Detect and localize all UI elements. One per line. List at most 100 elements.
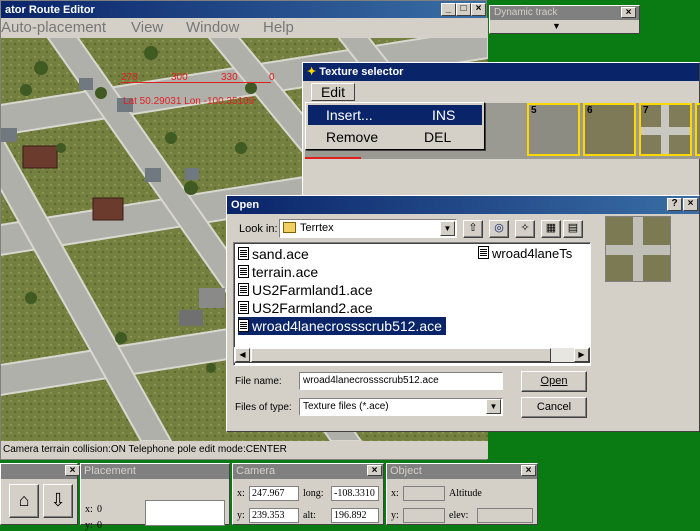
object-y-label: y:: [391, 510, 399, 521]
texture-selector-titlebar[interactable]: ✦ Texture selector: [303, 63, 699, 81]
menu-help[interactable]: Help: [263, 19, 294, 36]
menu-window[interactable]: Window: [186, 19, 239, 36]
texture-selector-title: Texture selector: [319, 66, 404, 78]
object-titlebar[interactable]: Object ×: [387, 464, 537, 479]
placement-preview: [145, 500, 225, 526]
file-item[interactable]: US2Farmland2.ace: [238, 299, 373, 317]
list-view-button[interactable]: ▦: [541, 220, 561, 238]
open-dialog-title: Open: [231, 199, 260, 211]
cancel-button[interactable]: Cancel: [521, 397, 587, 418]
compass-tick-330: 330: [221, 72, 238, 83]
object-elev-field: [477, 508, 533, 523]
file-name-input[interactable]: wroad4lanecrossscrub512.ace: [299, 372, 503, 390]
camera-long-field[interactable]: -108.3310: [331, 486, 379, 501]
file-icon: [478, 246, 489, 259]
object-panel: Object × x: Altitude y: elev:: [386, 463, 538, 525]
camera-x-field[interactable]: 247.967: [249, 486, 299, 501]
menu-item-remove[interactable]: Remove DEL: [308, 127, 482, 147]
placement-x-label: x:: [85, 504, 93, 515]
object-title: Object: [390, 465, 422, 477]
compass-tick-0: 0: [269, 72, 275, 83]
object-elev-label: elev:: [449, 510, 469, 521]
file-item-selected[interactable]: wroad4lanecrossscrub512.ace: [238, 317, 446, 335]
file-type-select[interactable]: Texture files (*.ace) ▼: [299, 398, 503, 416]
camera-close-button[interactable]: ×: [367, 465, 382, 476]
object-close-button[interactable]: ×: [521, 465, 536, 476]
file-icon: [238, 283, 249, 296]
placement-title: Placement: [84, 465, 136, 477]
file-list[interactable]: sand.ace terrain.ace US2Farmland1.ace US…: [233, 242, 591, 366]
placement-y-value: 0: [97, 520, 102, 531]
file-item[interactable]: US2Farmland1.ace: [238, 281, 373, 299]
scroll-left-icon[interactable]: ◀: [235, 348, 250, 362]
file-name-label: File name:: [235, 376, 282, 387]
look-in-dropdown-arrow-icon[interactable]: ▼: [440, 221, 455, 236]
placement-panel: Placement x: 0 y: 0: [80, 463, 230, 531]
texture-tile-7[interactable]: 7: [639, 103, 692, 156]
dynamic-track-title: Dynamic track: [494, 7, 558, 18]
scroll-right-icon[interactable]: ▶: [574, 348, 589, 362]
object-y-field: [403, 508, 445, 523]
close-button[interactable]: ×: [471, 3, 486, 16]
placement-x-value: 0: [97, 504, 102, 515]
dropdown-arrow-icon[interactable]: ▼: [552, 21, 561, 31]
camera-x-label: x:: [237, 488, 245, 499]
tool-palette-titlebar[interactable]: ×: [1, 464, 80, 479]
details-view-button[interactable]: ▤: [563, 220, 583, 238]
menu-edit[interactable]: Edit: [311, 83, 355, 101]
home-tool-button[interactable]: ⌂: [9, 484, 39, 518]
menu-auto-placement[interactable]: Auto-placement: [1, 19, 106, 36]
horizontal-scrollbar[interactable]: ◀ ▶: [234, 347, 590, 363]
dialog-close-button[interactable]: ×: [683, 198, 698, 211]
placement-y-label: y:: [85, 520, 93, 531]
camera-panel: Camera × x: 247.967 long: -108.3310 y: 2…: [232, 463, 384, 525]
coordinates-readout: Lat 50.29031 Lon -100.35109: [123, 96, 255, 107]
dynamic-track-titlebar[interactable]: Dynamic track ×: [490, 6, 639, 20]
texture-tile-6[interactable]: 6: [583, 103, 636, 156]
look-in-label: Look in:: [239, 223, 278, 235]
menu-item-insert[interactable]: Insert... INS: [308, 105, 482, 125]
file-item[interactable]: wroad4laneTs: [478, 245, 572, 263]
help-button[interactable]: ?: [667, 198, 682, 211]
look-in-combobox[interactable]: Terrtex ▼: [279, 219, 457, 238]
camera-titlebar[interactable]: Camera ×: [233, 464, 383, 479]
file-item[interactable]: sand.ace: [238, 245, 309, 263]
camera-alt-label: alt:: [303, 510, 316, 521]
compass-tick-270: 270: [121, 72, 138, 83]
file-icon: [238, 247, 249, 260]
compass-line: [121, 82, 271, 83]
placement-titlebar[interactable]: Placement: [81, 464, 229, 479]
compass-overlay: 270 300 330 0 Lat 50.29031 Lon -100.3510…: [109, 58, 279, 108]
edit-dropdown-menu: Insert... INS Remove DEL: [305, 102, 485, 150]
new-folder-button[interactable]: ✧: [515, 220, 535, 238]
tool-palette: × ⌂ ⇩: [0, 463, 80, 525]
camera-alt-field[interactable]: 196.892: [331, 508, 379, 523]
file-type-dropdown-arrow-icon[interactable]: ▼: [486, 399, 501, 414]
texture-menubar: Edit: [305, 82, 699, 102]
minimize-button[interactable]: _: [441, 3, 456, 16]
texture-tile-5[interactable]: 5: [527, 103, 580, 156]
object-x-label: x:: [391, 488, 399, 499]
menu-view[interactable]: View: [131, 19, 163, 36]
open-dialog-titlebar[interactable]: Open ? ×: [227, 196, 699, 214]
desktop-button[interactable]: ◎: [489, 220, 509, 238]
main-menubar: Auto-placement View Window Help: [1, 18, 488, 38]
scrollbar-thumb[interactable]: [251, 348, 551, 362]
place-tool-button[interactable]: ⇩: [43, 484, 73, 518]
dynamic-track-close-button[interactable]: ×: [621, 7, 636, 18]
status-bar: Camera terrain collision:ON Telephone po…: [1, 441, 488, 459]
camera-y-field[interactable]: 239.353: [249, 508, 299, 523]
open-button[interactable]: Open: [521, 371, 587, 392]
file-item[interactable]: terrain.ace: [238, 263, 318, 281]
file-type-label: Files of type:: [235, 402, 292, 413]
texture-selector-window: ✦ Texture selector Edit 5 6 7 Insert... …: [302, 62, 700, 200]
object-altitude-label: Altitude: [449, 488, 482, 499]
texture-preview: [605, 216, 671, 282]
up-folder-button[interactable]: ⇧: [463, 220, 483, 238]
file-icon: [238, 301, 249, 314]
main-titlebar[interactable]: ator Route Editor _ □ ×: [1, 1, 486, 19]
maximize-button[interactable]: □: [456, 3, 471, 16]
file-icon: [238, 319, 249, 332]
tool-palette-close-button[interactable]: ×: [65, 465, 80, 476]
texture-tile-8[interactable]: [695, 103, 700, 156]
